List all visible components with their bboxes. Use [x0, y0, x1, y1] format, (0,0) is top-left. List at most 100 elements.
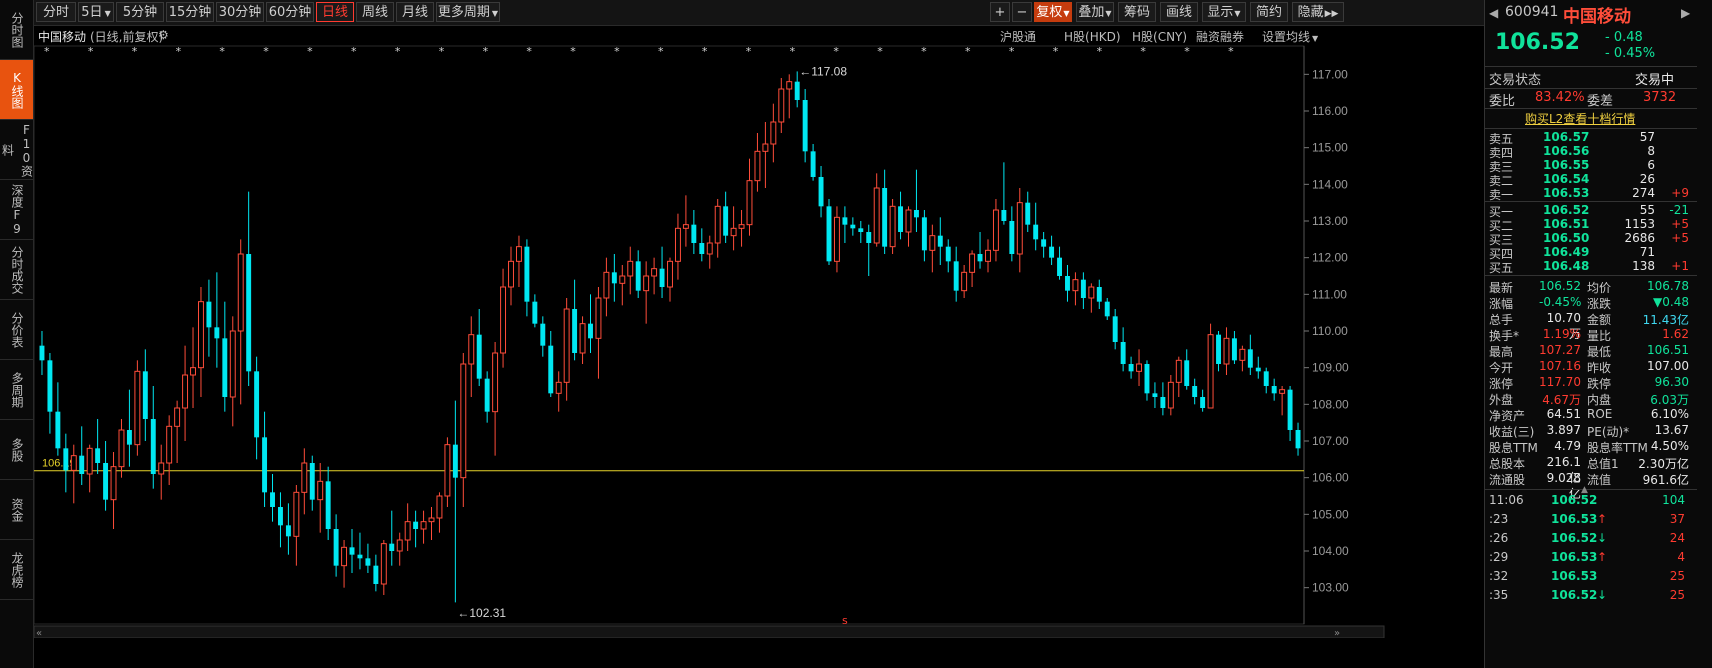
tick-price: 106.52	[1551, 493, 1598, 507]
event-marker[interactable]: *	[921, 45, 927, 58]
toolbar-right-button-4[interactable]: 筹码	[1118, 2, 1156, 22]
scroll-right-icon[interactable]: »	[1334, 628, 1340, 638]
stat-label: 收益(三)	[1489, 425, 1535, 439]
stat-value: 3.897	[1546, 423, 1581, 437]
candle-body-down	[699, 243, 705, 254]
toolbar-right-button-1[interactable]: −	[1012, 2, 1032, 22]
candle-body-up	[118, 429, 125, 468]
event-marker[interactable]: *	[88, 45, 94, 58]
kline-chart[interactable]: 117.00 116.00 115.00 114.00 113.00 112.00 111.…	[34, 26, 1484, 638]
toolbar-right-button-5[interactable]: 画线	[1160, 2, 1198, 22]
candle-body-up	[515, 246, 522, 262]
event-marker[interactable]: *	[132, 45, 138, 58]
candle-body-up	[643, 275, 650, 292]
high-marker-label: ←117.08	[799, 64, 847, 78]
event-marker[interactable]: *	[965, 45, 971, 58]
event-marker[interactable]: *	[1140, 45, 1146, 58]
leftnav-item-5[interactable]: 分价表	[0, 300, 33, 360]
toolbar-right-label-4: 筹码	[1123, 5, 1150, 20]
leftnav-item-9[interactable]: 龙虎榜	[0, 540, 33, 600]
event-marker[interactable]: *	[1184, 45, 1190, 58]
leftnav-item-8[interactable]: 资金	[0, 480, 33, 540]
candle-body-up	[1207, 334, 1214, 409]
event-marker[interactable]: *	[1228, 45, 1234, 58]
event-marker[interactable]: *	[44, 45, 50, 58]
period-button-0[interactable]: 分时	[36, 2, 76, 22]
event-marker[interactable]: *	[351, 45, 357, 58]
candle-body-down	[540, 323, 546, 346]
candle-body-down	[1263, 371, 1269, 386]
dividend-marker[interactable]: s	[842, 614, 848, 627]
event-marker[interactable]: *	[614, 45, 620, 58]
period-button-8[interactable]: 月线	[396, 2, 434, 22]
event-marker[interactable]: *	[219, 45, 225, 58]
candle-body-down	[524, 246, 530, 302]
toolbar-right-button-8[interactable]: 隐藏▶▶	[1292, 2, 1344, 22]
event-marker[interactable]: *	[1097, 45, 1103, 58]
period-button-9[interactable]: 更多周期 ▼	[436, 2, 500, 22]
period-button-2[interactable]: 5分钟	[116, 2, 164, 22]
event-marker[interactable]: *	[790, 45, 796, 58]
asks-volume: 8	[1647, 144, 1655, 158]
scroll-left-icon[interactable]: «	[36, 628, 42, 638]
period-button-1[interactable]: 5日 ▼	[78, 2, 114, 22]
y-tick-label: 113.00	[1312, 214, 1348, 228]
period-button-4[interactable]: 30分钟	[216, 2, 264, 22]
bids-price: 106.51	[1543, 217, 1590, 231]
period-toolbar: 分时 5日 ▼ 5分钟 15分钟 30分钟 60分钟 日线 周线 月线 更多周期 ▼ + − 复权▼ 叠加▼ 筹…	[34, 0, 1484, 26]
toolbar-right-button-3[interactable]: 叠加▼	[1076, 2, 1114, 22]
leftnav-item-2[interactable]: F10资料	[0, 120, 34, 180]
tick-volume: 104	[1662, 493, 1685, 507]
event-marker[interactable]: *	[702, 45, 708, 58]
chart-scrollbar[interactable]	[34, 625, 1385, 638]
candle-body-down	[977, 254, 983, 262]
stat-label: 最低	[1587, 345, 1612, 359]
event-marker[interactable]: *	[307, 45, 313, 58]
candle-body-up	[738, 224, 745, 229]
event-marker[interactable]: *	[833, 45, 839, 58]
event-marker[interactable]: *	[526, 45, 532, 58]
l2-link[interactable]: 购买L2查看十档行情	[1525, 110, 1635, 127]
leftnav-item-7[interactable]: 多股	[0, 420, 33, 480]
candle-body-down	[309, 463, 315, 500]
prev-stock-icon[interactable]: ◀	[1489, 6, 1498, 20]
candle-body-down	[921, 217, 927, 251]
period-button-5[interactable]: 60分钟	[266, 2, 314, 22]
tick-volume: 24	[1669, 531, 1685, 545]
event-marker[interactable]: *	[877, 45, 883, 58]
event-marker[interactable]: *	[570, 45, 576, 58]
toolbar-right-button-6[interactable]: 显示▼	[1202, 2, 1246, 22]
leftnav-item-1[interactable]: K线图	[0, 60, 33, 120]
event-marker[interactable]: *	[1053, 45, 1059, 58]
leftnav-item-4[interactable]: 分时成交	[0, 240, 33, 300]
event-marker[interactable]: *	[439, 45, 445, 58]
bids-price: 106.49	[1543, 245, 1590, 259]
stat-value: 4.79	[1554, 439, 1581, 453]
bids-change: +5	[1671, 231, 1689, 245]
event-marker[interactable]: *	[395, 45, 401, 58]
event-marker[interactable]: *	[1009, 45, 1015, 58]
candle-body-up	[341, 546, 348, 567]
candle-body-up	[444, 444, 451, 497]
period-button-7[interactable]: 周线	[356, 2, 394, 22]
leftnav-item-3[interactable]: 深度F9	[0, 180, 33, 240]
leftnav-item-6[interactable]: 多周期	[0, 360, 33, 420]
period-button-3[interactable]: 15分钟	[166, 2, 214, 22]
tick-price: 106.53	[1551, 512, 1598, 526]
event-marker[interactable]: *	[176, 45, 182, 58]
toolbar-right-button-2[interactable]: 复权▼	[1034, 2, 1072, 22]
period-button-6[interactable]: 日线	[316, 2, 354, 22]
toolbar-right-button-0[interactable]: +	[990, 2, 1010, 22]
candle-body-up	[190, 367, 196, 376]
event-marker[interactable]: *	[483, 45, 489, 58]
candle-body-down	[1080, 279, 1086, 298]
event-marker[interactable]: *	[263, 45, 269, 58]
next-stock-icon[interactable]: ▶	[1681, 6, 1690, 20]
event-marker[interactable]: *	[746, 45, 752, 58]
candle-body-down	[850, 224, 856, 229]
event-marker[interactable]: *	[658, 45, 664, 58]
toolbar-right-button-7[interactable]: 简约	[1250, 2, 1288, 22]
candle-body-up	[674, 227, 681, 262]
candle-body-down	[611, 272, 617, 284]
leftnav-item-0[interactable]: 分时图	[0, 0, 33, 60]
